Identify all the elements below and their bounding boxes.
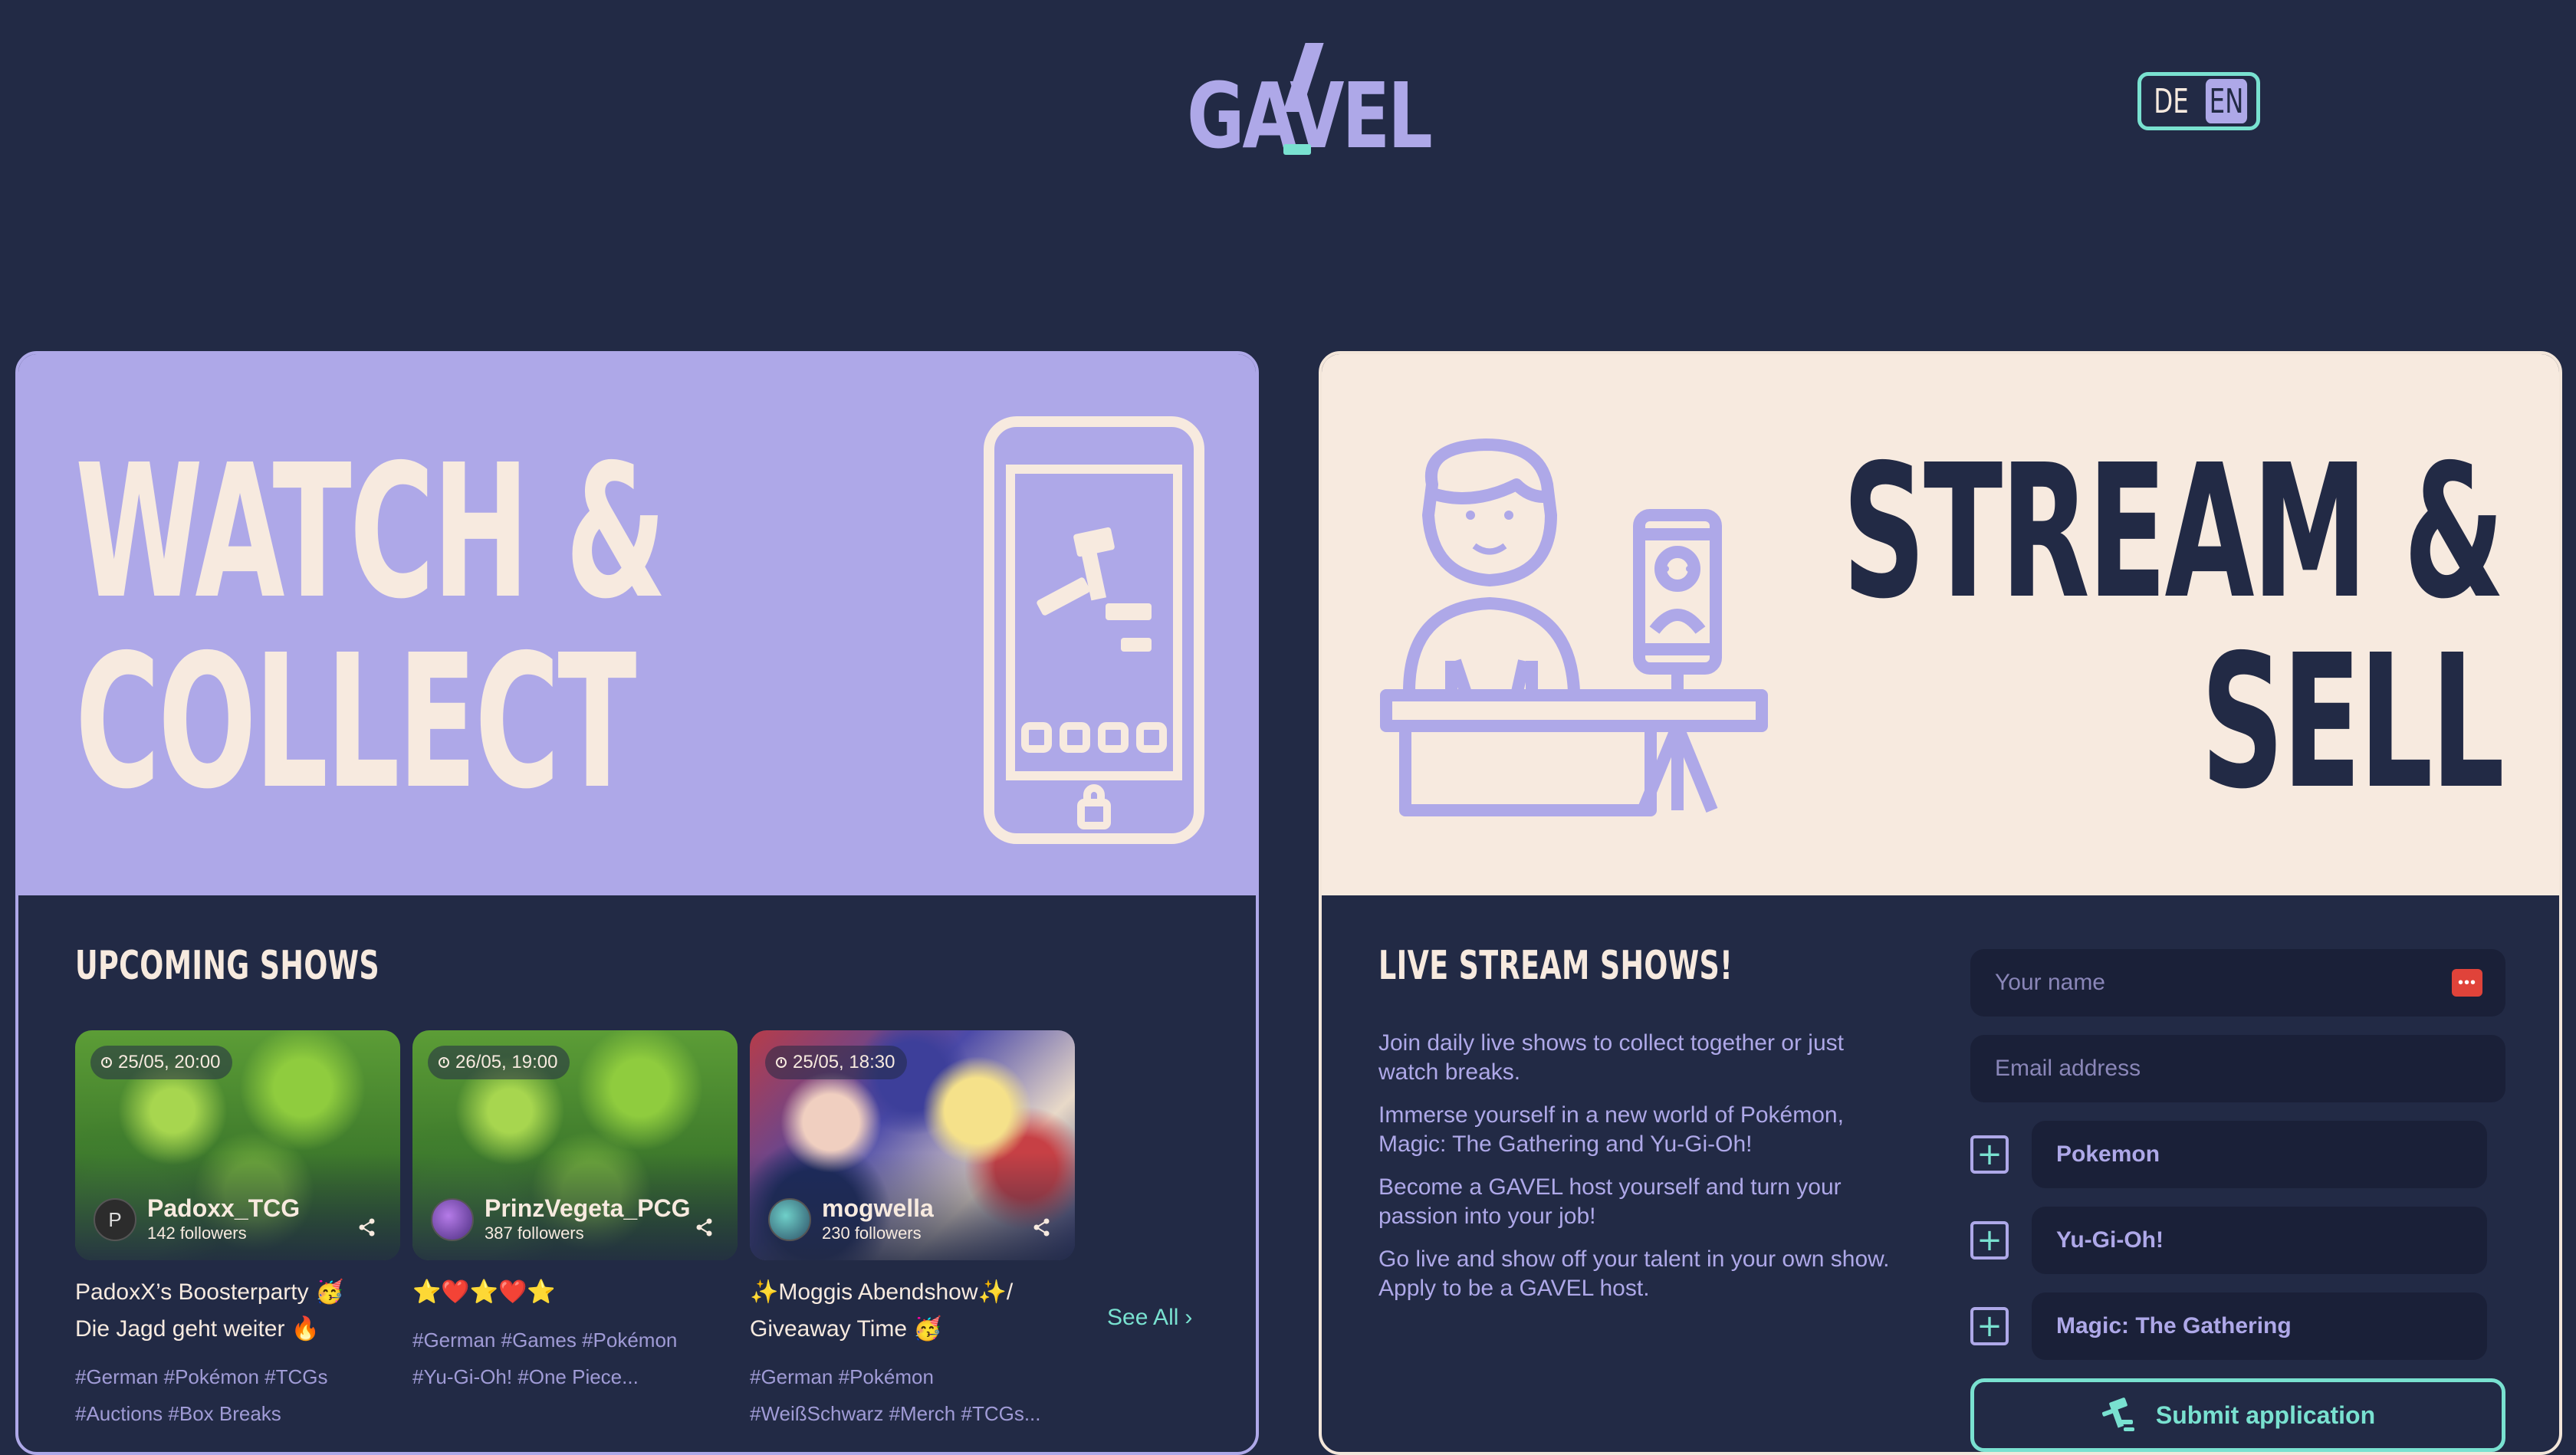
show-title[interactable]: ✨Moggis Abendshow✨/ Giveaway Time 🥳 [750, 1274, 1075, 1348]
header: GAVEL DE EN [0, 0, 2576, 199]
show-time: 25/05, 20:00 [118, 1052, 221, 1072]
show-time-chip: 25/05, 18:30 [765, 1046, 908, 1079]
submit-label: Submit application [2155, 1401, 2376, 1429]
hero-line-2: SELL [2200, 615, 2504, 829]
name-field[interactable]: Your name ••• [1970, 949, 2505, 1017]
host-name[interactable]: mogwella [822, 1194, 934, 1222]
see-all-label: See All [1107, 1305, 1179, 1330]
stream-sell-panel: STREAM & SELL LIVE STREAM SHOWS! Join da… [1319, 351, 2562, 1455]
phone-auction-icon [984, 416, 1204, 844]
see-all-link[interactable]: See All › [1107, 1305, 1192, 1331]
streamer-desk-icon [1380, 438, 1768, 816]
watch-hero-title: WATCH & COLLECT [75, 425, 666, 829]
description-paragraph: Immerse yourself in a new world of Pokém… [1378, 1102, 1844, 1157]
option-label[interactable]: Pokemon [2032, 1121, 2487, 1188]
show-title-line-1: ✨Moggis Abendshow✨/ [750, 1279, 1014, 1305]
show-tags-line-1: #German #Pokémon #TCGs [75, 1365, 328, 1388]
password-manager-icon[interactable]: ••• [2452, 969, 2482, 997]
host-info[interactable]: PrinzVegeta_PCG 387 followers [431, 1194, 691, 1245]
show-time-chip: 25/05, 20:00 [90, 1046, 233, 1079]
show-title[interactable]: PadoxX’s Boosterparty 🥳 Die Jagd geht we… [75, 1274, 400, 1348]
show-thumbnail[interactable]: 26/05, 19:00 PrinzVegeta_PCG 387 followe… [412, 1030, 738, 1260]
watch-collect-panel: WATCH & COLLECT UPCOMING SHOWS See All ›… [15, 351, 1259, 1455]
host-application-form: Your name ••• Email address + Pokemon + … [1970, 949, 2505, 1452]
host-followers: 142 followers [147, 1223, 247, 1243]
show-card[interactable]: 25/05, 18:30 mogwella 230 followers ✨Mog… [750, 1030, 1075, 1432]
show-title-line-1: PadoxX’s Boosterparty 🥳 [75, 1279, 344, 1305]
description-paragraph: Become a GAVEL host yourself and turn yo… [1378, 1174, 1842, 1229]
stream-hero: STREAM & SELL [1322, 354, 2559, 895]
email-placeholder: Email address [1995, 1056, 2141, 1081]
clock-icon [439, 1057, 449, 1068]
share-icon[interactable] [357, 1217, 377, 1237]
name-placeholder: Your name [1995, 970, 2105, 995]
option-label[interactable]: Yu-Gi-Oh! [2032, 1207, 2487, 1274]
host-followers: 387 followers [485, 1223, 584, 1243]
show-thumbnail[interactable]: 25/05, 18:30 mogwella 230 followers [750, 1030, 1075, 1260]
show-title-line-1: ⭐❤️⭐❤️⭐ [412, 1279, 556, 1305]
submit-application-button[interactable]: Submit application [1970, 1378, 2505, 1452]
host-info[interactable]: P Padoxx_TCG 142 followers [94, 1194, 300, 1245]
host-followers: 230 followers [822, 1223, 922, 1243]
option-pokemon[interactable]: + Pokemon [1970, 1121, 2505, 1188]
show-tags-line-1: #German #Pokémon [750, 1365, 934, 1388]
clock-icon [776, 1057, 787, 1068]
email-field[interactable]: Email address [1970, 1035, 2505, 1102]
share-icon[interactable] [695, 1217, 715, 1237]
host-name[interactable]: PrinzVegeta_PCG [485, 1194, 691, 1222]
hero-line-2: COLLECT [75, 615, 636, 829]
plus-icon[interactable]: + [1970, 1221, 2009, 1260]
plus-icon[interactable]: + [1970, 1307, 2009, 1345]
show-tags-line-1: #German #Games #Pokémon [412, 1329, 678, 1352]
chevron-right-icon: › [1184, 1305, 1193, 1330]
show-tags: #German #Games #Pokémon #Yu-Gi-Oh! #One … [412, 1322, 738, 1395]
show-tags-line-2: #WeißSchwarz #Merch #TCGs... [750, 1402, 1041, 1425]
show-tags-line-2: #Yu-Gi-Oh! #One Piece... [412, 1365, 639, 1388]
lang-en-button[interactable]: EN [2205, 79, 2248, 123]
description-paragraph: Go live and show off your talent in your… [1378, 1246, 1890, 1301]
avatar[interactable]: P [94, 1198, 136, 1241]
show-time-chip: 26/05, 19:00 [428, 1046, 570, 1079]
avatar[interactable] [431, 1198, 474, 1241]
share-icon[interactable] [1032, 1217, 1052, 1237]
show-title-line-2: Die Jagd geht weiter 🔥 [75, 1316, 320, 1342]
gavel-logo[interactable]: GAVEL [1187, 43, 1433, 166]
hero-line-1: WATCH & [75, 425, 666, 639]
watch-hero: WATCH & COLLECT [18, 354, 1256, 895]
show-tags: #German #Pokémon #TCGs #Auctions #Box Br… [75, 1358, 400, 1432]
hero-line-1: STREAM & [1842, 425, 2505, 639]
upcoming-shows-title: UPCOMING SHOWS [75, 943, 380, 989]
show-card[interactable]: 25/05, 20:00 P Padoxx_TCG 142 followers … [75, 1030, 400, 1432]
plus-icon[interactable]: + [1970, 1135, 2009, 1174]
live-stream-shows-title: LIVE STREAM SHOWS! [1378, 943, 1733, 989]
host-info[interactable]: mogwella 230 followers [768, 1194, 934, 1245]
show-tags: #German #Pokémon #WeißSchwarz #Merch #TC… [750, 1358, 1075, 1432]
show-title-line-2: Giveaway Time 🥳 [750, 1316, 942, 1342]
host-name[interactable]: Padoxx_TCG [147, 1194, 300, 1222]
show-cards: 25/05, 20:00 P Padoxx_TCG 142 followers … [75, 1030, 1075, 1432]
clock-icon [101, 1057, 112, 1068]
stream-description: Join daily live shows to collect togethe… [1378, 1029, 1907, 1317]
option-magic[interactable]: + Magic: The Gathering [1970, 1292, 2505, 1360]
option-yugioh[interactable]: + Yu-Gi-Oh! [1970, 1207, 2505, 1274]
stream-hero-title: STREAM & SELL [1842, 425, 2505, 829]
show-time: 25/05, 18:30 [793, 1052, 895, 1072]
show-card[interactable]: 26/05, 19:00 PrinzVegeta_PCG 387 followe… [412, 1030, 738, 1432]
show-time: 26/05, 19:00 [455, 1052, 558, 1072]
lang-de-button[interactable]: DE [2150, 79, 2192, 123]
avatar[interactable] [768, 1198, 811, 1241]
language-switch: DE EN [2137, 72, 2260, 130]
logo-underline [1283, 144, 1311, 155]
show-title[interactable]: ⭐❤️⭐❤️⭐ [412, 1274, 738, 1311]
gavel-icon [2101, 1398, 2134, 1431]
description-paragraph: Join daily live shows to collect togethe… [1378, 1030, 1844, 1085]
option-label[interactable]: Magic: The Gathering [2032, 1292, 2487, 1360]
show-tags-line-2: #Auctions #Box Breaks [75, 1402, 281, 1425]
show-thumbnail[interactable]: 25/05, 20:00 P Padoxx_TCG 142 followers [75, 1030, 400, 1260]
